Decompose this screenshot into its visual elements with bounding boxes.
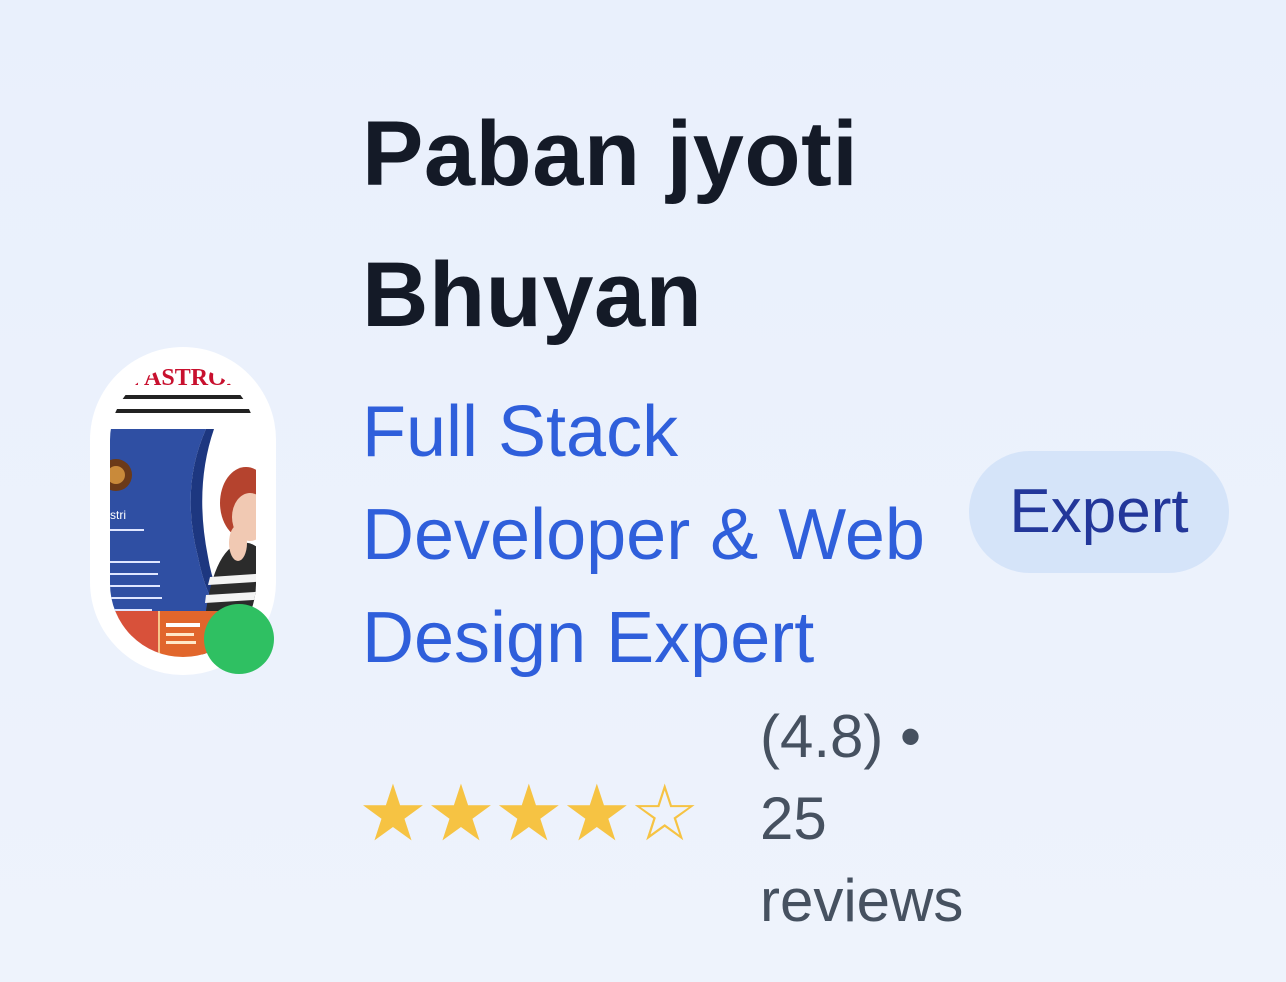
star-filled-icon: ★ <box>425 769 496 859</box>
star-filled-icon: ★ <box>493 769 564 859</box>
star-filled-icon: ★ <box>358 769 428 859</box>
star-empty-icon: ☆ <box>629 769 700 859</box>
profile-card: NE ASTROL stri Paban jyoti Bhuyan Full S… <box>0 0 1286 982</box>
avatar-banner-text: NE ASTROL <box>110 367 243 391</box>
avatar-side-text: stri <box>110 508 126 522</box>
rating-summary[interactable]: (4.8) • 25 reviews <box>760 696 1000 942</box>
star-filled-icon: ★ <box>561 769 632 859</box>
online-status-indicator <box>204 604 274 674</box>
profile-title: Full Stack Developer & Web Design Expert <box>362 392 925 678</box>
profile-name: Paban jyoti Bhuyan <box>362 103 859 346</box>
expert-badge: Expert <box>969 451 1229 573</box>
rating-stars: ★ ★ ★ ★ ☆ <box>358 769 700 859</box>
